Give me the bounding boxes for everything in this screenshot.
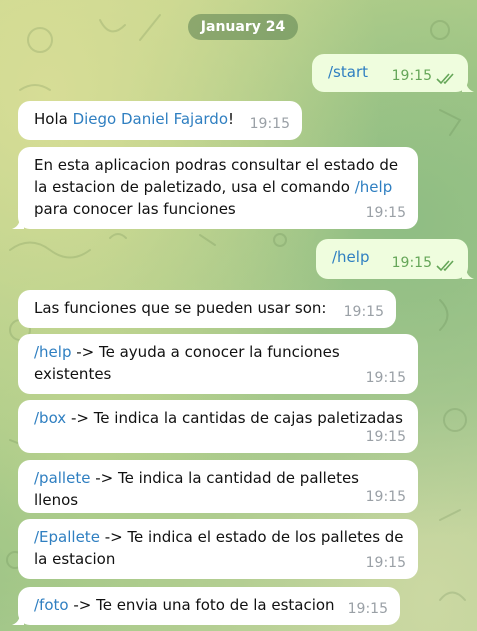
- command-link-help[interactable]: /help: [355, 178, 392, 196]
- message-line: para conocer las funciones: [34, 200, 236, 218]
- message-time: 19:15: [391, 255, 432, 271]
- message-time: 19:15: [365, 370, 406, 386]
- bubble-tail: [462, 267, 474, 279]
- incoming-message-pallete-description: /pallete -> Te indica la cantidad de pal…: [18, 460, 418, 513]
- incoming-message-foto-description: /foto -> Te envia una foto de la estacio…: [12, 587, 400, 625]
- double-check-icon: [436, 73, 454, 85]
- bubble-tail: [12, 613, 24, 625]
- command-link-start[interactable]: /start: [328, 63, 368, 81]
- bubble-tail: [12, 217, 24, 229]
- incoming-message-functions-header: Las funciones que se pueden usar son: 19…: [18, 290, 396, 328]
- message-time: 19:15: [249, 116, 290, 132]
- incoming-message-box-description: /box -> Te indica la cantidas de cajas p…: [18, 400, 418, 453]
- message-line: existentes: [34, 365, 112, 383]
- greeting-punctuation: !: [228, 110, 235, 128]
- message-line: la estacion: [34, 550, 116, 568]
- outgoing-message-help[interactable]: /help 19:15: [316, 239, 474, 279]
- message-line: -> Te envia una foto de la estacion: [68, 596, 335, 614]
- command-link-pallete[interactable]: /pallete: [34, 469, 90, 487]
- command-link-help[interactable]: /help: [34, 343, 71, 361]
- command-link-help[interactable]: /help: [332, 248, 369, 266]
- message-time: 19:15: [347, 601, 388, 617]
- user-name-link[interactable]: Diego Daniel Fajardo: [73, 110, 228, 128]
- message-time: 19:15: [365, 205, 406, 221]
- message-time: 19:15: [365, 555, 406, 571]
- message-time: 19:15: [365, 489, 406, 505]
- date-separator: January 24: [188, 14, 298, 40]
- command-link-box[interactable]: /box: [34, 409, 66, 427]
- message-line: -> Te indica la cantidas de cajas paleti…: [66, 409, 403, 427]
- message-line: -> Te indica el estado de los palletes d…: [99, 528, 404, 546]
- incoming-message-greeting: Hola Diego Daniel Fajardo! 19:15: [18, 101, 302, 140]
- command-link-epallete[interactable]: /Epallete: [34, 528, 100, 546]
- outgoing-message-start[interactable]: /start 19:15: [312, 54, 474, 92]
- message-line: la estacion de paletizado, usa el comand…: [34, 178, 355, 196]
- message-text: Las funciones que se pueden usar son:: [34, 299, 327, 317]
- message-time: 19:15: [391, 68, 432, 84]
- bubble-tail: [462, 80, 474, 92]
- message-time: 19:15: [365, 429, 406, 445]
- greeting-text: Hola: [34, 110, 73, 128]
- incoming-message-epallete-description: /Epallete -> Te indica el estado de los …: [18, 519, 418, 579]
- message-line: -> Te ayuda a conocer la funciones: [71, 343, 340, 361]
- message-time: 19:15: [343, 304, 384, 320]
- incoming-message-help-description: /help -> Te ayuda a conocer la funciones…: [18, 334, 418, 394]
- command-link-foto[interactable]: /foto: [34, 596, 69, 614]
- incoming-message-intro: En esta aplicacion podras consultar el e…: [12, 147, 418, 229]
- double-check-icon: [436, 260, 454, 272]
- message-line: En esta aplicacion podras consultar el e…: [34, 156, 399, 174]
